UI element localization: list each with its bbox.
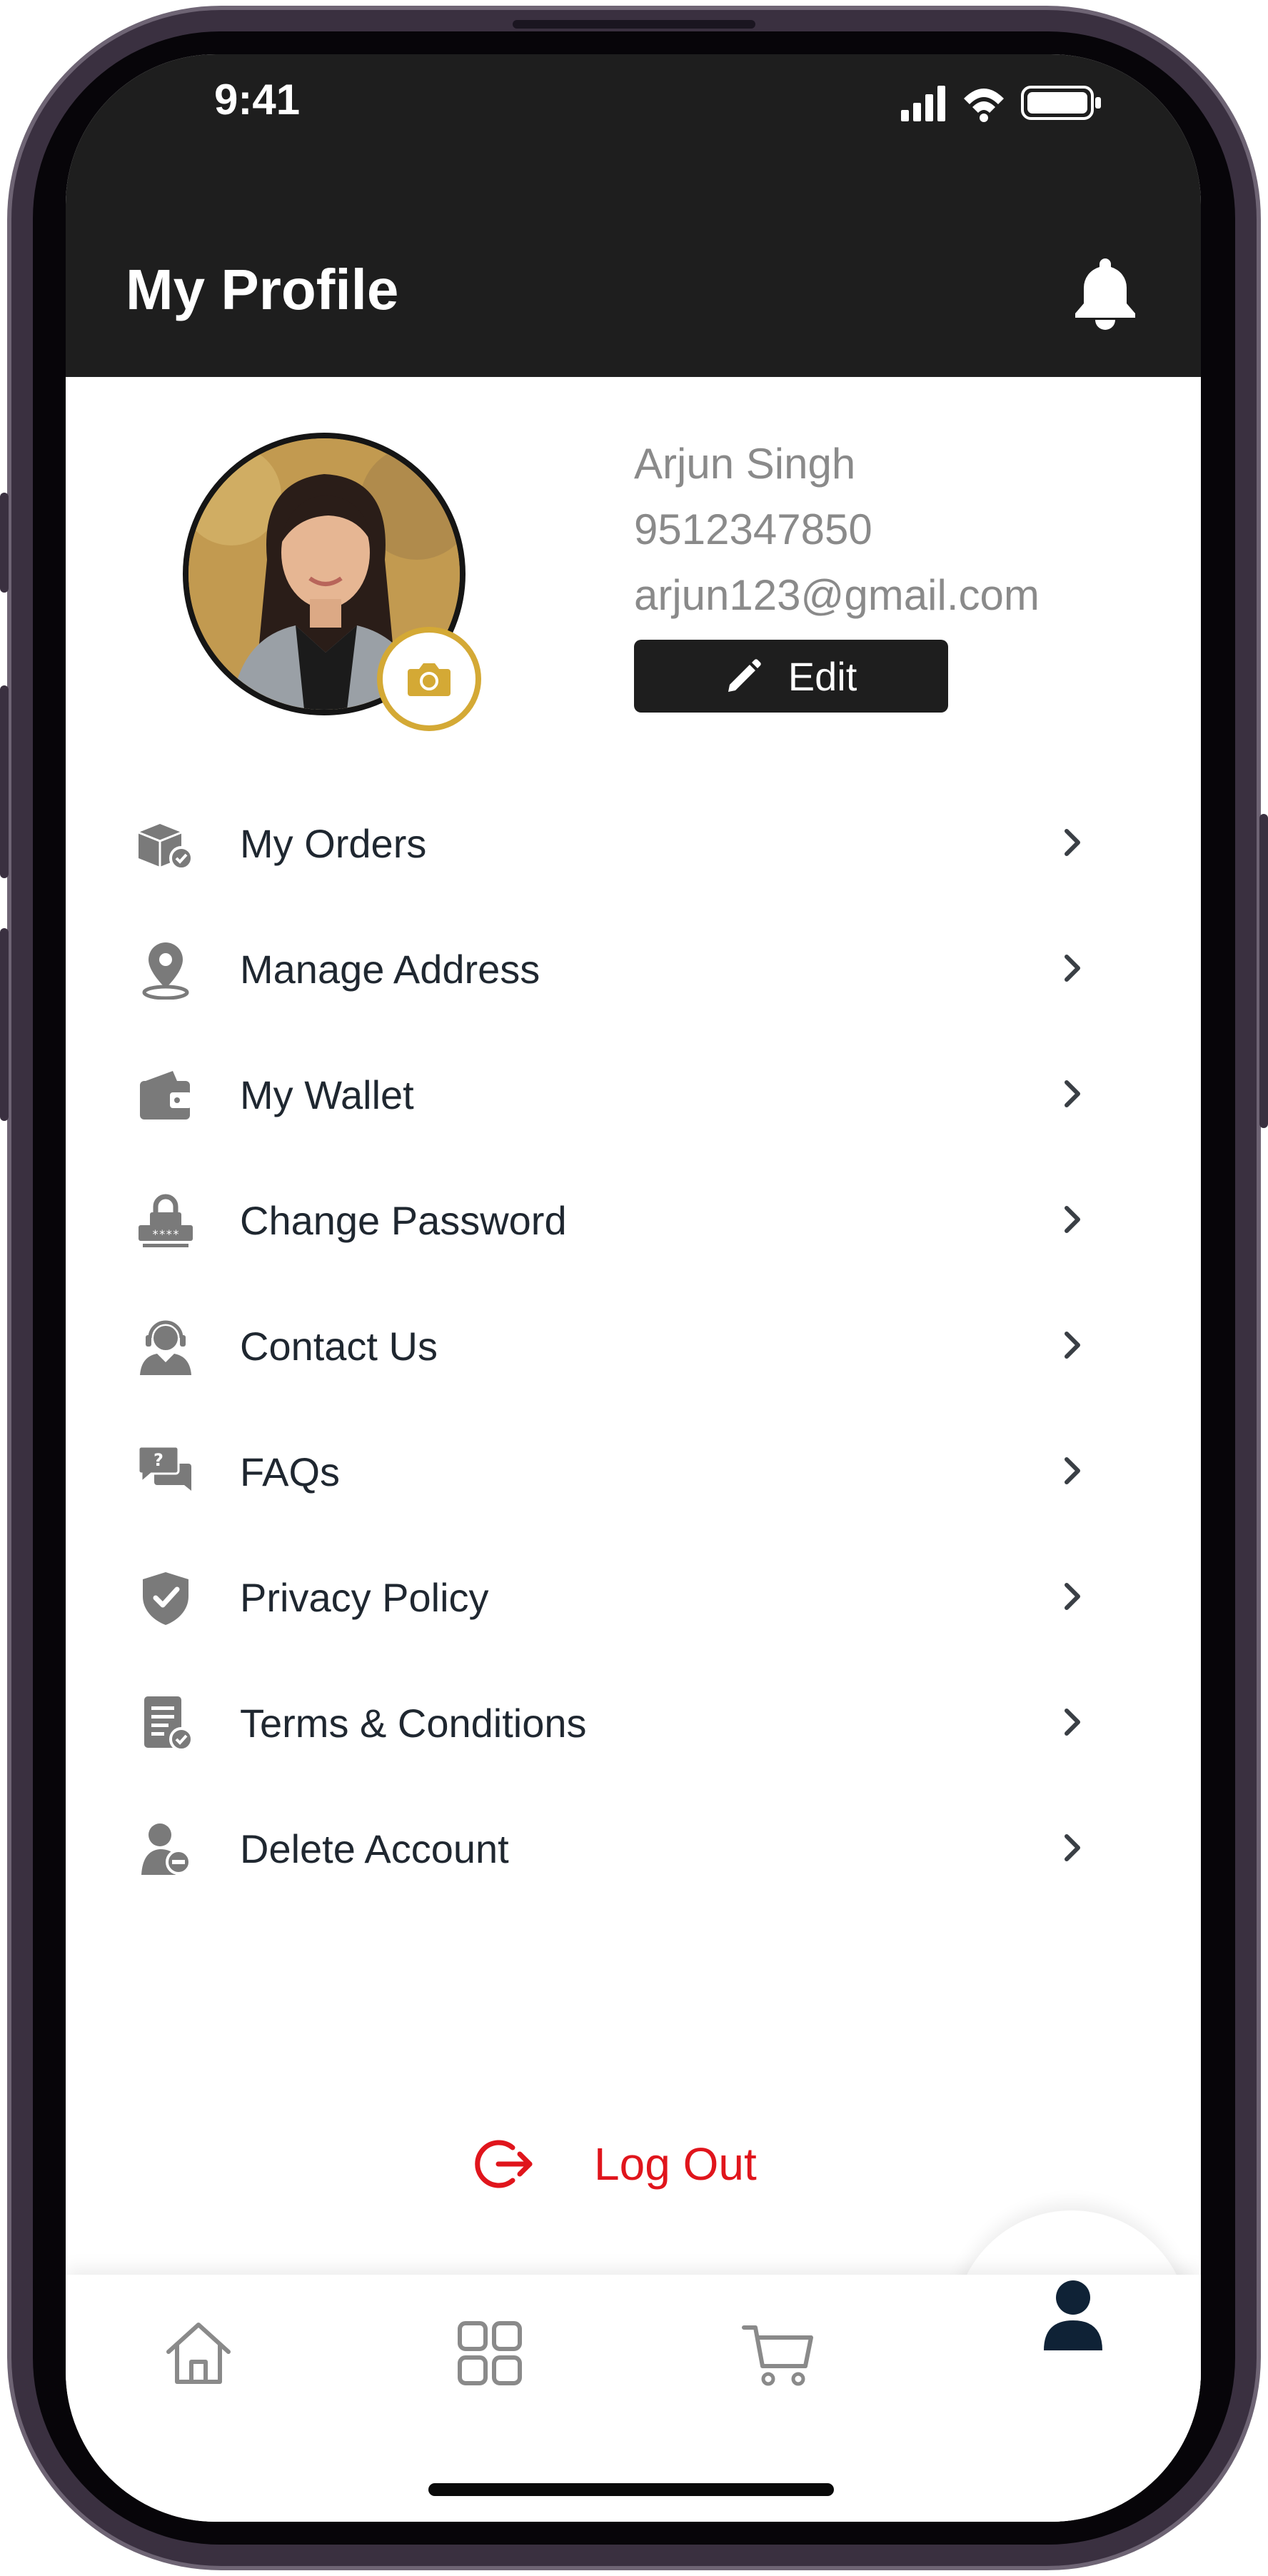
logout-label: Log Out (594, 2138, 757, 2190)
camera-icon (408, 663, 451, 696)
menu-item-delete-account[interactable]: Delete Account (66, 1798, 1201, 1898)
device-speaker (513, 20, 755, 29)
menu-item-faqs[interactable]: ? FAQs (66, 1421, 1201, 1521)
lock-password-icon: **** (139, 1194, 193, 1247)
pencil-icon (728, 659, 761, 692)
edit-button-label: Edit (788, 653, 857, 699)
chevron-right-icon (1065, 1206, 1080, 1233)
menu-item-label: FAQs (240, 1449, 341, 1494)
user-phone: 9512347850 (634, 505, 872, 553)
categories-grid-icon[interactable] (447, 2310, 533, 2396)
menu-item-label: My Orders (240, 821, 427, 866)
menu-item-privacy-policy[interactable]: Privacy Policy (66, 1546, 1201, 1646)
user-info: Arjun Singh 9512347850 arjun123@gmail.co… (634, 431, 1148, 628)
device-volume-down-button (0, 928, 9, 1121)
chevron-right-icon (1065, 1332, 1080, 1359)
battery-icon (1021, 86, 1101, 120)
device-action-button (0, 493, 9, 593)
app-screen: 9:41 My Profile Arjun Singh 9512347850 a… (66, 54, 1201, 2522)
change-photo-button[interactable] (377, 627, 481, 731)
menu-item-change-password[interactable]: **** Change Password (66, 1169, 1201, 1269)
status-time: 9:41 (214, 76, 301, 124)
home-icon[interactable] (156, 2310, 241, 2396)
cart-icon[interactable] (737, 2310, 822, 2396)
logout-button[interactable]: Log Out (466, 2125, 865, 2203)
menu-item-label: Contact Us (240, 1324, 438, 1369)
user-remove-icon (141, 1823, 191, 1875)
location-pin-icon (142, 942, 189, 1000)
svg-text:?: ? (154, 1450, 163, 1470)
menu-item-label: Manage Address (240, 947, 540, 992)
menu-item-contact-us[interactable]: Contact Us (66, 1295, 1201, 1395)
profile-photo-area (183, 433, 481, 731)
profile-icon[interactable] (1034, 2273, 1112, 2359)
faq-chat-icon: ? (137, 1445, 191, 1491)
chevron-right-icon (1065, 955, 1080, 982)
menu-item-label: Privacy Policy (240, 1575, 489, 1620)
device-volume-up-button (0, 685, 9, 878)
page-title: My Profile (126, 258, 399, 321)
chevron-right-icon (1065, 1080, 1080, 1107)
status-icons (901, 86, 1101, 122)
chevron-right-icon (1065, 1457, 1080, 1484)
menu-item-label: Delete Account (240, 1826, 509, 1871)
menu-item-label: Change Password (240, 1198, 567, 1243)
shield-check-icon (143, 1572, 188, 1625)
notification-bell-icon[interactable] (1071, 256, 1139, 330)
menu-item-label: My Wallet (240, 1072, 414, 1117)
svg-text:****: **** (152, 1227, 180, 1241)
chevron-right-icon (1065, 1834, 1080, 1861)
orders-box-icon (138, 824, 193, 870)
menu-item-my-orders[interactable]: My Orders (66, 793, 1201, 892)
user-email: arjun123@gmail.com (634, 571, 1040, 619)
edit-profile-button[interactable]: Edit (634, 640, 948, 713)
menu-item-label: Terms & Conditions (240, 1701, 587, 1746)
support-agent-icon (140, 1320, 191, 1375)
menu-item-my-wallet[interactable]: My Wallet (66, 1044, 1201, 1144)
user-name: Arjun Singh (634, 440, 856, 488)
document-check-icon (144, 1696, 193, 1751)
menu-item-manage-address[interactable]: Manage Address (66, 918, 1201, 1018)
chevron-right-icon (1065, 1709, 1080, 1736)
chevron-right-icon (1065, 829, 1080, 856)
wallet-icon (140, 1071, 191, 1120)
signal-icon (901, 86, 945, 121)
logout-icon (475, 2140, 533, 2188)
menu-item-terms-conditions[interactable]: Terms & Conditions (66, 1672, 1201, 1772)
chevron-right-icon (1065, 1583, 1080, 1610)
wifi-icon (964, 89, 1004, 122)
app-header: 9:41 My Profile (66, 54, 1201, 377)
device-power-button (1259, 814, 1268, 1128)
home-indicator (428, 2483, 834, 2496)
